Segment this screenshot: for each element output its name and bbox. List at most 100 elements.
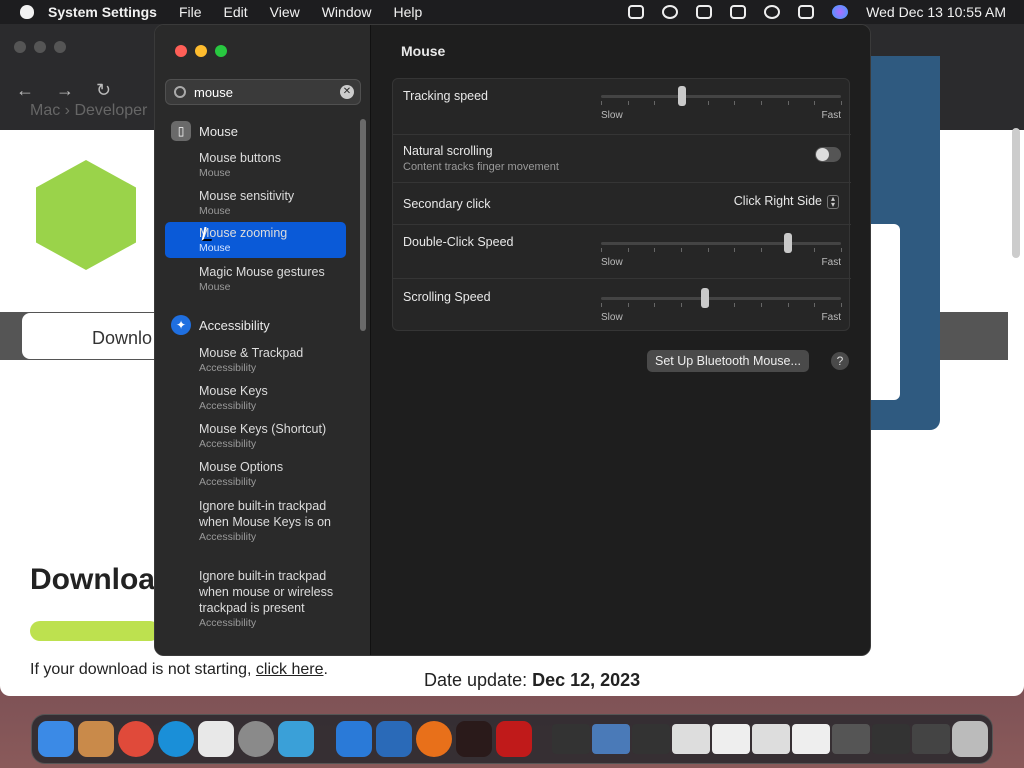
slider-tick [681,248,682,252]
help-button[interactable]: ? [831,352,849,370]
minimized-window-icon[interactable] [632,724,670,754]
menu-view[interactable]: View [270,4,300,20]
result-title: Ignore built-in trackpad when Mouse Keys… [199,499,332,529]
zoom-button[interactable] [215,45,227,57]
result-sub: Mouse [199,167,231,179]
row-secondary-click: Secondary click Click Right Side ▴ ▾ [393,183,851,225]
group-mouse[interactable]: ▯ Mouse [171,121,238,141]
system-settings-icon[interactable] [238,721,274,757]
browser-scrollbar[interactable] [1012,128,1020,258]
menu-file[interactable]: File [179,4,202,20]
slider-tick [841,101,842,105]
browser-max-dot[interactable] [54,41,66,53]
menu-window[interactable]: Window [322,4,372,20]
flash-icon[interactable] [456,721,492,757]
slider-thumb[interactable] [784,233,793,253]
download-note-text: If your download is not starting, [30,661,252,678]
result-sub: Mouse [199,242,231,254]
clear-search-icon[interactable]: ✕ [340,85,354,99]
slider-tick [707,248,709,252]
search-input[interactable] [194,84,334,100]
click-here-link[interactable]: click here [256,661,324,678]
result-magic-mouse-gestures[interactable]: Magic Mouse gestures Mouse [165,265,346,301]
minimized-window-icon[interactable] [792,724,830,754]
browser-min-dot[interactable] [34,41,46,53]
slider-tick [841,248,842,252]
natural-scrolling-toggle[interactable] [815,147,841,162]
slider-tick [814,101,816,105]
slider-thumb[interactable] [677,86,686,106]
trash-icon[interactable] [952,721,988,757]
result-ignore-trackpad-mouse-keys[interactable]: Ignore built-in trackpad when Mouse Keys… [165,498,349,562]
secondary-click-value: Click Right Side [733,194,822,208]
minimized-window-icon[interactable] [672,724,710,754]
status-app-icon[interactable] [696,5,713,19]
menu-help[interactable]: Help [394,4,423,20]
minimized-window-icon[interactable] [592,724,630,754]
reload-icon[interactable]: ↻ [96,80,111,101]
minimized-window-icon[interactable] [712,724,750,754]
slider-tick [627,101,629,105]
minimized-window-icon[interactable] [752,724,790,754]
group-accessibility[interactable]: ✦ Accessibility [171,315,270,335]
dock [31,714,993,764]
breadcrumb[interactable]: Mac › Developer [30,102,147,120]
menu-edit[interactable]: Edit [224,4,248,20]
slider-max-label: Fast [821,110,841,121]
firefox-icon[interactable] [416,721,452,757]
edge-icon[interactable] [158,721,194,757]
minimize-button[interactable] [195,45,207,57]
search-field[interactable]: ✕ [165,79,361,105]
spotlight-icon[interactable] [764,5,781,19]
control-center-icon[interactable] [798,5,815,19]
slider-min-label: Slow [601,312,623,323]
flash-player-icon[interactable] [496,721,532,757]
result-sub: Accessibility [199,438,257,450]
slider-tick [601,101,602,105]
result-mouse-buttons[interactable]: Mouse buttons Mouse [165,151,346,187]
fan-icon[interactable] [628,5,645,19]
textedit-icon[interactable] [198,721,234,757]
windows-icon[interactable] [730,5,747,19]
browser-close-dot[interactable] [14,41,26,53]
menu-clock[interactable]: Wed Dec 13 10:55 AM [866,4,1006,20]
menu-extras: Wed Dec 13 10:55 AM [628,0,1006,24]
result-mouse-trackpad[interactable]: Mouse & Trackpad Accessibility [165,346,346,382]
close-button[interactable] [175,45,187,57]
slider-tick [627,248,629,252]
slider-tick [601,303,602,307]
result-mouse-zooming[interactable]: Mouse zooming Mouse [165,222,346,258]
download-button[interactable]: Downlo [22,313,172,359]
minimized-window-icon[interactable] [912,724,950,754]
chrome-icon[interactable] [118,721,154,757]
mk-app-icon[interactable] [336,721,372,757]
minimized-window-icon[interactable] [832,724,870,754]
siri-icon[interactable] [832,5,849,19]
setup-bluetooth-mouse-button[interactable]: Set Up Bluetooth Mouse... [647,350,809,372]
sidebar-scrollbar[interactable] [360,119,366,331]
back-icon[interactable]: ← [16,80,34,101]
result-mouse-keys[interactable]: Mouse Keys Accessibility [165,384,346,420]
secondary-click-select[interactable]: Click Right Side ▴ ▾ [734,194,839,209]
minimized-window-icon[interactable] [872,724,910,754]
slider-tick [681,303,682,307]
quicktime-icon[interactable] [662,5,679,19]
result-mouse-keys-shortcut[interactable]: Mouse Keys (Shortcut) Accessibility [165,422,346,458]
slider-tick [707,101,709,105]
launchpad-icon[interactable] [78,721,114,757]
forward-icon[interactable]: → [56,80,74,101]
scrolling-speed-label: Scrolling Speed [403,290,491,304]
slider-thumb[interactable] [700,288,709,308]
result-title: Magic Mouse gestures [199,265,325,279]
app-store-icon[interactable] [278,721,314,757]
finder-icon[interactable] [38,721,74,757]
apple-menu-icon[interactable] [20,5,34,19]
menu-app-name[interactable]: System Settings [48,4,157,20]
minimized-window-icon[interactable] [552,724,590,754]
result-ignore-trackpad-wireless[interactable]: Ignore built-in trackpad when mouse or w… [165,568,349,648]
result-mouse-sensitivity[interactable]: Mouse sensitivity Mouse [165,189,346,225]
page-title: Mouse [401,43,446,59]
result-mouse-options[interactable]: Mouse Options Accessibility [165,460,346,496]
result-sub: Accessibility [199,617,257,629]
quicktime-dock-icon[interactable] [376,721,412,757]
